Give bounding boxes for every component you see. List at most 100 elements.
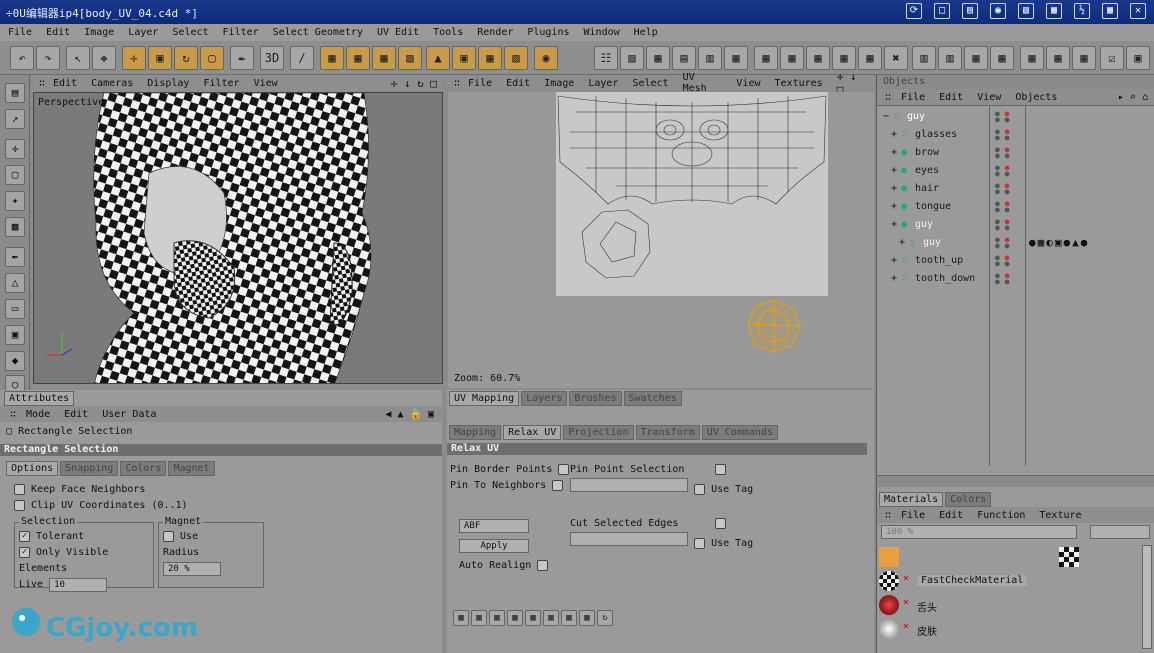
relax-method-select[interactable]: ABF bbox=[459, 519, 529, 533]
uv-cmd-1-icon[interactable]: ▦ bbox=[453, 610, 469, 626]
visibility-dots-icon[interactable]: ● ● ● ● bbox=[995, 200, 1009, 214]
live-select-icon[interactable]: ❖ bbox=[92, 46, 116, 70]
layer-icon[interactable]: ▤ bbox=[672, 46, 696, 70]
uv-menu-image[interactable]: Image bbox=[544, 78, 574, 89]
subtab-options[interactable]: Options bbox=[6, 461, 59, 476]
pin-neighbors-checkbox[interactable] bbox=[552, 479, 564, 491]
uv-cmd-2-icon[interactable]: ▦ bbox=[471, 610, 487, 626]
material-name-1[interactable]: FastCheckMaterial bbox=[917, 575, 1028, 586]
object-name[interactable]: brow bbox=[915, 147, 939, 158]
tab-materials[interactable]: Materials bbox=[879, 492, 944, 507]
attr-menu-mode[interactable]: Mode bbox=[26, 409, 50, 420]
objects-menu-file[interactable]: File bbox=[901, 92, 925, 103]
uv-point-icon[interactable]: ▦ bbox=[346, 46, 370, 70]
object-row[interactable]: − ⁙ guy ● ● ● ● bbox=[877, 108, 1154, 126]
visibility-dots-icon[interactable]: ● ● ● ● bbox=[995, 164, 1009, 178]
rect-select-icon[interactable]: ▢ bbox=[5, 165, 25, 185]
image-icon[interactable]: ▧ bbox=[1018, 3, 1034, 19]
checkerboard-icon[interactable]: ▦ bbox=[724, 46, 748, 70]
grid-1-icon[interactable]: ▦ bbox=[1020, 46, 1044, 70]
materials-scrollbar[interactable] bbox=[1142, 545, 1152, 649]
perspective-viewport[interactable]: Perspective bbox=[33, 92, 443, 384]
object-name[interactable]: glasses bbox=[915, 129, 957, 140]
menu-file[interactable]: File bbox=[8, 27, 32, 38]
subtab-projection[interactable]: Projection bbox=[563, 425, 634, 440]
mat-menu-file[interactable]: File bbox=[901, 510, 925, 521]
paint-3d-icon[interactable]: 3D bbox=[260, 46, 284, 70]
object-name[interactable]: guy bbox=[915, 219, 933, 230]
object-name[interactable]: guy bbox=[923, 237, 941, 248]
uv-menu-select[interactable]: Select bbox=[632, 78, 668, 89]
zoom-tool-icon[interactable]: ○ bbox=[5, 375, 25, 391]
subtab-mapping[interactable]: Mapping bbox=[449, 425, 502, 440]
image-icon-2[interactable]: ▨ bbox=[620, 46, 644, 70]
grid-3-icon[interactable]: ▦ bbox=[1072, 46, 1096, 70]
uv-menu-file[interactable]: File bbox=[468, 78, 492, 89]
subtab-uv-commands[interactable]: UV Commands bbox=[701, 425, 778, 440]
object-tags-icon[interactable]: ●▦◐▣●▲● bbox=[1029, 236, 1089, 249]
menu-edit[interactable]: Edit bbox=[46, 27, 70, 38]
layout-1-icon[interactable]: ▥ bbox=[912, 46, 936, 70]
arrow-icon[interactable]: ↗ bbox=[5, 109, 25, 129]
checker-icon[interactable]: ▦ bbox=[646, 46, 670, 70]
eraser-icon[interactable]: ▭ bbox=[5, 299, 25, 319]
render-icon[interactable]: ◉ bbox=[534, 46, 558, 70]
subtab-colors[interactable]: Colors bbox=[120, 461, 167, 476]
drop-icon[interactable]: ◆ bbox=[5, 351, 25, 371]
use-tag-checkbox[interactable] bbox=[694, 483, 706, 495]
expand-toggle-icon[interactable]: − bbox=[883, 111, 889, 122]
mat-size-field[interactable]: 100 % bbox=[881, 525, 1077, 539]
object-row[interactable]: + ● tongue ● ● ● ● bbox=[877, 198, 1154, 216]
grid-icon[interactable]: ▦ bbox=[1102, 3, 1118, 19]
object-name[interactable]: hair bbox=[915, 183, 939, 194]
object-row[interactable]: + ● guy ● ● ● ● bbox=[877, 216, 1154, 234]
object-row[interactable]: + ⁙ tooth_down ● ● ● ● bbox=[877, 270, 1154, 288]
stamp-icon[interactable]: △ bbox=[5, 273, 25, 293]
material-preview-icon[interactable] bbox=[1059, 547, 1079, 567]
magnet-use-checkbox[interactable] bbox=[163, 530, 174, 542]
viewport-menu-filter[interactable]: Filter bbox=[203, 78, 239, 89]
move-icon[interactable]: ✛ bbox=[122, 46, 146, 70]
viewport-menu-view[interactable]: View bbox=[254, 78, 278, 89]
object-name[interactable]: guy bbox=[907, 111, 925, 122]
material-2-icon[interactable]: ▦ bbox=[780, 46, 804, 70]
refresh-icon[interactable]: ⟳ bbox=[906, 3, 922, 19]
menu-window[interactable]: Window bbox=[584, 27, 620, 38]
menu-select[interactable]: Select bbox=[172, 27, 208, 38]
layout-4-icon[interactable]: ▦ bbox=[990, 46, 1014, 70]
lasso-icon[interactable]: ✦ bbox=[5, 191, 25, 211]
color-icon[interactable]: ▦ bbox=[1046, 3, 1062, 19]
auto-realign-checkbox[interactable] bbox=[537, 559, 549, 571]
objects-menu-objects[interactable]: Objects bbox=[1015, 92, 1057, 103]
material-5-icon[interactable]: ▦ bbox=[858, 46, 882, 70]
calendar-icon[interactable]: ▤ bbox=[962, 3, 978, 19]
pin-point-field[interactable] bbox=[570, 478, 688, 492]
mat-menu-edit[interactable]: Edit bbox=[939, 510, 963, 521]
uv-edit-icon[interactable]: ▨ bbox=[398, 46, 422, 70]
pen-icon[interactable]: ✒ bbox=[5, 247, 25, 267]
expand-toggle-icon[interactable]: + bbox=[891, 147, 897, 158]
visibility-dots-icon[interactable]: ● ● ● ● bbox=[995, 236, 1009, 250]
close-icon[interactable]: ✕ bbox=[1130, 3, 1146, 19]
cut-edges-field[interactable] bbox=[570, 532, 688, 546]
attr-menu-edit[interactable]: Edit bbox=[64, 409, 88, 420]
channel-icon[interactable]: ▥ bbox=[698, 46, 722, 70]
tolerant-checkbox[interactable]: ✓ bbox=[19, 530, 30, 542]
expand-toggle-icon[interactable]: + bbox=[891, 219, 897, 230]
new-material-icon[interactable] bbox=[879, 547, 899, 567]
point-mode-icon[interactable]: ▣ bbox=[452, 46, 476, 70]
subtab-magnet[interactable]: Magnet bbox=[168, 461, 215, 476]
object-name[interactable]: tongue bbox=[915, 201, 951, 212]
attr-nav-icons[interactable]: ◀ ▲ 🔒 ▣ bbox=[385, 409, 434, 420]
objects-menu-view[interactable]: View bbox=[977, 92, 1001, 103]
layout-icon[interactable]: ☷ bbox=[594, 46, 618, 70]
menu-plugins[interactable]: Plugins bbox=[527, 27, 569, 38]
material-3-icon[interactable]: ▦ bbox=[806, 46, 830, 70]
mat-menu-texture[interactable]: Texture bbox=[1039, 510, 1081, 521]
pin-point-selection-checkbox[interactable] bbox=[714, 463, 726, 475]
visibility-dots-icon[interactable]: ● ● ● ● bbox=[995, 254, 1009, 268]
menu-help[interactable]: Help bbox=[634, 27, 658, 38]
subtab-transform[interactable]: Transform bbox=[635, 425, 700, 440]
expand-toggle-icon[interactable]: + bbox=[891, 165, 897, 176]
camera-icon[interactable]: ◉ bbox=[990, 3, 1006, 19]
